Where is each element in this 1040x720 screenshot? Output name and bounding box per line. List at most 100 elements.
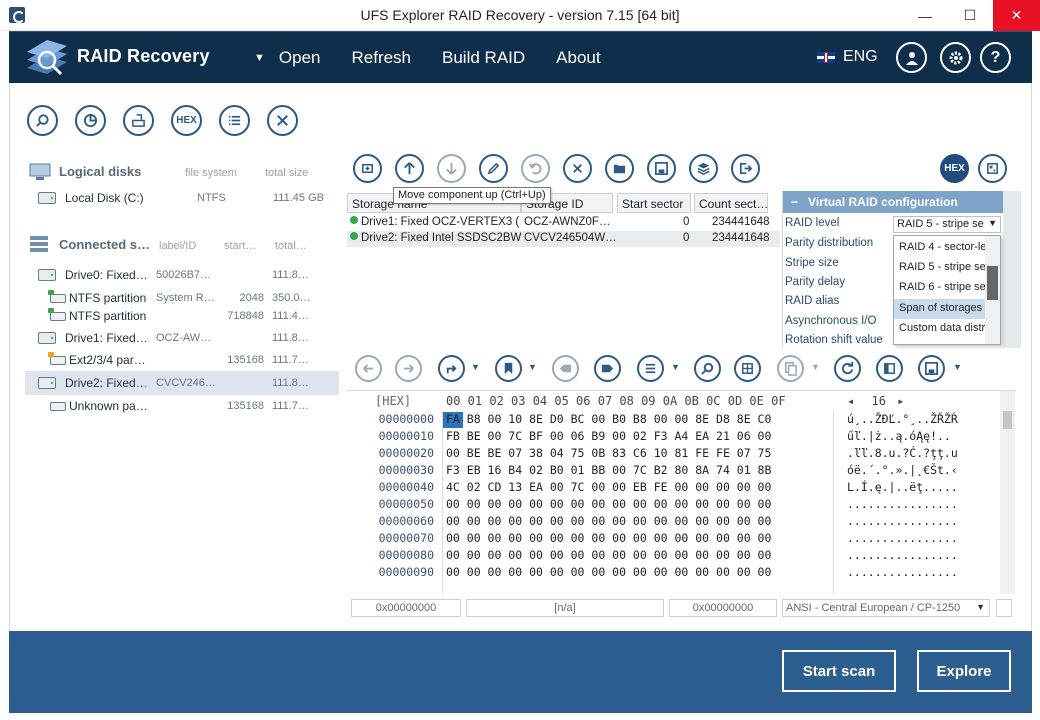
storage-row-partition[interactable]: Unknown pa… 135168 111.7… <box>25 394 339 418</box>
hex-viewer[interactable]: [HEX] 00 01 02 03 04 05 06 07 08 09 0A 0… <box>347 390 1015 594</box>
help-button[interactable]: ? <box>980 42 1011 73</box>
hard-drive-icon <box>38 269 56 281</box>
tag-back-button[interactable] <box>552 355 579 382</box>
table-row[interactable]: Drive1: Fixed OCZ-VERTEX3 (… OCZ-AWNZ0F…… <box>347 215 780 231</box>
user-account-button[interactable] <box>896 42 927 73</box>
hex-view-button[interactable]: HEX <box>171 105 202 136</box>
open-folder-button[interactable] <box>605 154 634 183</box>
config-header[interactable]: − Virtual RAID configuration <box>783 191 1003 213</box>
virtual-raid-config-panel: − Virtual RAID configuration RAID level … <box>782 191 1021 348</box>
scroll-thumb[interactable] <box>1003 411 1012 429</box>
col-start-sector[interactable]: Start sector <box>617 193 691 213</box>
layout-toggle-button[interactable] <box>978 154 1007 183</box>
hard-drive-icon <box>38 377 56 389</box>
start-scan-button[interactable]: Start scan <box>782 650 896 692</box>
list-icon <box>228 115 241 126</box>
offset-field[interactable]: 0x00000000 <box>351 599 461 617</box>
storage-row-partition[interactable]: Ext2/3/4 par… 135168 111.7… <box>25 348 339 372</box>
chevron-down-icon: ▼ <box>976 602 985 612</box>
export-icon <box>739 162 753 175</box>
explore-button[interactable]: Explore <box>917 650 1011 692</box>
logical-disk-row[interactable]: Local Disk (C:) NTFS 111.45 GB <box>25 186 339 210</box>
edit-button[interactable] <box>479 154 508 183</box>
folder-icon <box>613 164 626 174</box>
col-label-id: label/ID <box>159 240 197 252</box>
back-button[interactable] <box>355 355 382 382</box>
move-down-button[interactable] <box>437 154 466 183</box>
value-field[interactable]: [n/a] <box>466 599 664 617</box>
layers-button[interactable] <box>689 154 718 183</box>
analyze-button[interactable] <box>75 105 106 136</box>
dropdown-option[interactable]: RAID 4 - sector-le <box>894 238 986 258</box>
maximize-button[interactable]: ☐ <box>947 0 993 31</box>
menu-about[interactable]: About <box>556 48 600 68</box>
hex-bytes[interactable]: FA B8 00 10 8E D0 BC 00 B0 B8 00 00 8E D… <box>442 411 834 594</box>
settings-button[interactable] <box>940 42 971 73</box>
hex-toggle-button[interactable]: HEX <box>940 154 969 183</box>
dropdown-option[interactable]: RAID 5 - stripe se <box>894 258 986 278</box>
goto-button[interactable] <box>438 355 465 382</box>
dropdown-option[interactable]: Custom data distr <box>894 319 986 339</box>
list-view-button[interactable] <box>219 105 250 136</box>
raid-level-label: RAID level <box>785 217 840 229</box>
col-count-sectors[interactable]: Count sect… <box>694 193 768 213</box>
hex-ascii[interactable]: ú¸..ŽĐĽ.°¸..ŽŘŽŔ űľ.|ż..ą.óĄę!.. .ľľ.8.u… <box>847 411 997 594</box>
async-io-label: Asynchronous I/O <box>785 315 877 327</box>
bookmark-button[interactable] <box>495 355 522 382</box>
main-menu: ▼ Open Refresh Build RAID About <box>254 48 632 68</box>
storage-row-partition[interactable]: NTFS partition 718848 111.4… <box>25 304 339 328</box>
tag-forward-button[interactable] <box>594 355 621 382</box>
remove-component-button[interactable] <box>563 154 592 183</box>
goto-dropdown-chevron-icon[interactable]: ▼ <box>471 362 480 372</box>
export-button[interactable] <box>731 154 760 183</box>
window-title: UFS Explorer RAID Recovery - version 7.1… <box>360 7 680 23</box>
hex-layout-button[interactable] <box>734 355 761 382</box>
language-selector[interactable]: ENG <box>817 48 878 66</box>
disk-image-button[interactable] <box>123 105 154 136</box>
raid-level-select[interactable]: RAID 5 - stripe se ▼ <box>893 216 1001 233</box>
hex-save-button[interactable] <box>918 355 945 382</box>
hex-search-button[interactable] <box>694 355 721 382</box>
storage-row-drive1[interactable]: Drive1: Fixed… OCZ-AW… 111.8… <box>25 326 339 350</box>
layers-icon <box>697 162 710 175</box>
menu-refresh[interactable]: Refresh <box>351 48 411 68</box>
hard-drive-icon <box>38 192 56 204</box>
table-row[interactable]: Drive2: Fixed Intel SSDSC2BW… CVCV246504… <box>347 231 780 247</box>
scroll-thumb[interactable] <box>987 266 998 300</box>
forward-button[interactable] <box>395 355 422 382</box>
menu-dropdown-caret-icon[interactable]: ▼ <box>254 52 265 64</box>
page-next-icon[interactable]: ▸ <box>897 394 904 408</box>
storage-row-drive2[interactable]: Drive2: Fixed… CVCV246… 111.8… <box>25 371 339 395</box>
hex-scrollbar[interactable] <box>1000 391 1015 594</box>
raid-alias-label: RAID alias <box>785 295 840 307</box>
encoding-select[interactable]: ANSI - Central European / CP-1250 ▼ <box>782 599 990 617</box>
menu-open[interactable]: Open <box>279 48 321 68</box>
move-up-button[interactable] <box>395 154 424 183</box>
dropdown-option-selected[interactable]: Span of storages <box>894 299 986 319</box>
menu-build-raid[interactable]: Build RAID <box>442 48 525 68</box>
storage-row-drive0[interactable]: Drive0: Fixed… 50026B7… 111.8… <box>25 263 339 287</box>
close-storage-button[interactable] <box>267 105 298 136</box>
collapse-icon: − <box>791 195 799 209</box>
save-dropdown-chevron-icon[interactable]: ▼ <box>953 362 962 372</box>
list-dropdown-chevron-icon[interactable]: ▼ <box>671 362 680 372</box>
offset-field-2[interactable]: 0x00000000 <box>669 599 777 617</box>
undo-button[interactable] <box>521 154 550 183</box>
add-component-button[interactable] <box>353 154 382 183</box>
hex-list-button[interactable] <box>637 355 664 382</box>
panel-toggle-button[interactable] <box>876 355 903 382</box>
bookmark-dropdown-chevron-icon[interactable]: ▼ <box>528 362 537 372</box>
copy-dropdown-chevron-icon[interactable]: ▼ <box>811 362 820 372</box>
raid-add-icon <box>362 164 373 173</box>
page-prev-icon[interactable]: ◂ <box>847 394 854 408</box>
col-total: total… <box>275 240 307 252</box>
save-config-button[interactable] <box>647 154 676 183</box>
copy-button[interactable] <box>777 355 804 382</box>
search-button[interactable] <box>27 105 58 136</box>
dropdown-option[interactable]: RAID 6 - stripe se <box>894 278 986 298</box>
close-window-button[interactable]: ✕ <box>993 0 1040 31</box>
minimize-button[interactable]: — <box>902 0 948 31</box>
dropdown-scrollbar[interactable] <box>985 236 1000 344</box>
config-scrollbar[interactable] <box>1003 191 1021 348</box>
reload-button[interactable] <box>834 355 861 382</box>
